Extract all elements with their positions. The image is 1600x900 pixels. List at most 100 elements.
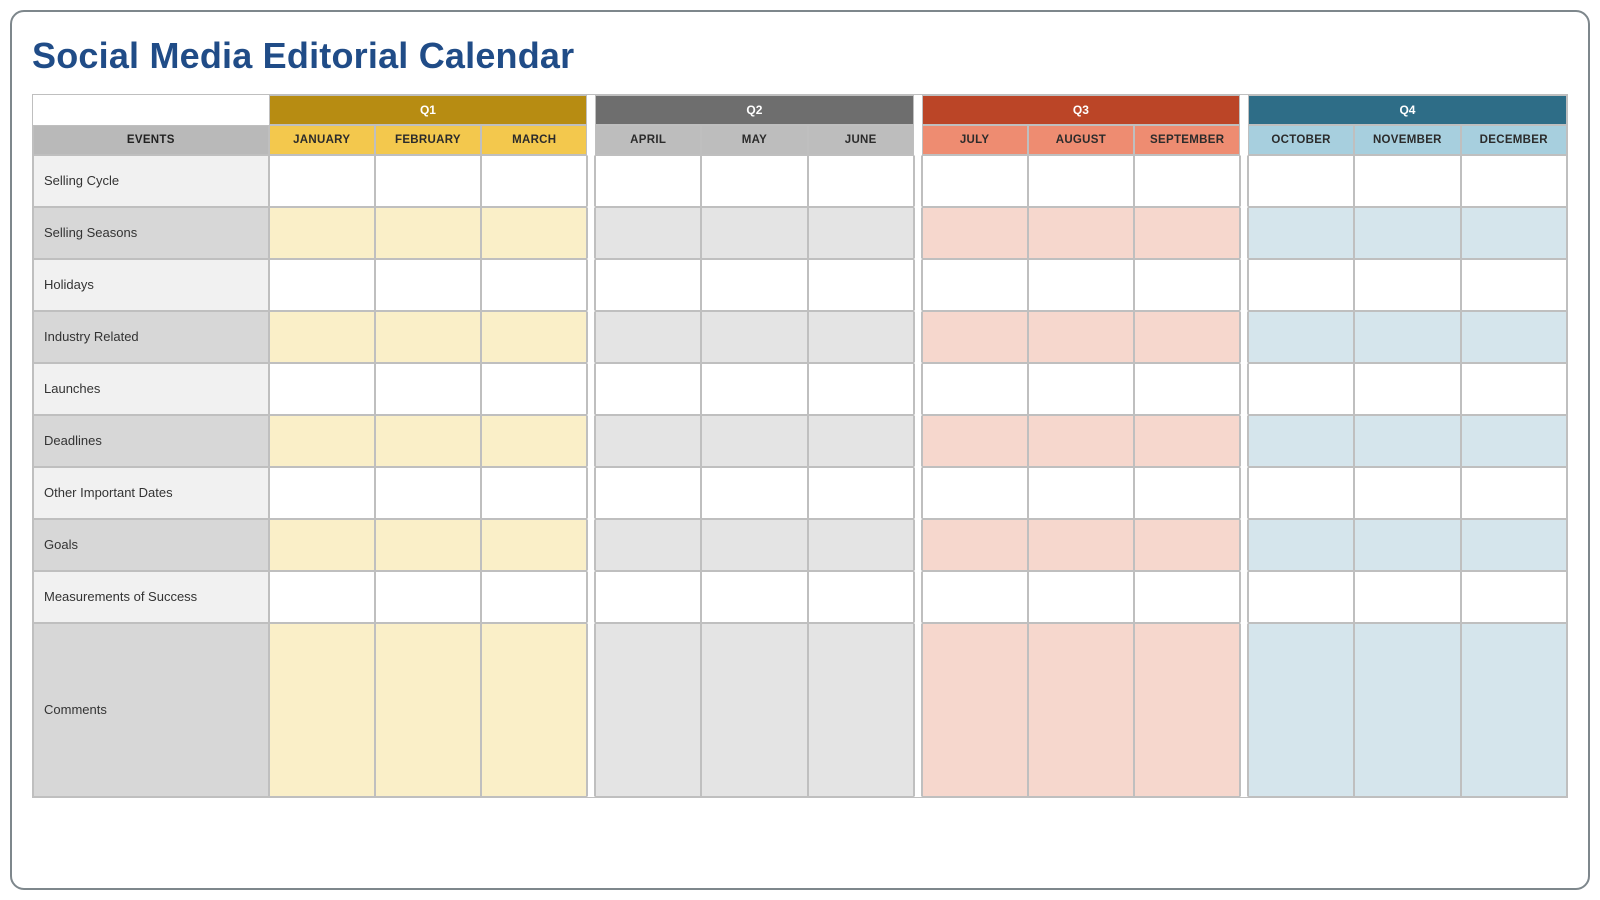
calendar-cell[interactable] bbox=[269, 311, 375, 363]
calendar-cell[interactable] bbox=[808, 623, 914, 797]
calendar-cell[interactable] bbox=[1354, 519, 1460, 571]
calendar-cell[interactable] bbox=[481, 207, 587, 259]
calendar-cell[interactable] bbox=[1461, 207, 1568, 259]
calendar-cell[interactable] bbox=[481, 415, 587, 467]
calendar-cell[interactable] bbox=[922, 207, 1028, 259]
calendar-cell[interactable] bbox=[481, 519, 587, 571]
calendar-cell[interactable] bbox=[701, 571, 807, 623]
calendar-cell[interactable] bbox=[701, 623, 807, 797]
calendar-cell[interactable] bbox=[1248, 259, 1354, 311]
calendar-cell[interactable] bbox=[1354, 155, 1460, 207]
calendar-cell[interactable] bbox=[1134, 623, 1240, 797]
calendar-cell[interactable] bbox=[701, 155, 807, 207]
calendar-cell[interactable] bbox=[1248, 207, 1354, 259]
calendar-cell[interactable] bbox=[375, 155, 481, 207]
calendar-cell[interactable] bbox=[808, 571, 914, 623]
calendar-cell[interactable] bbox=[701, 467, 807, 519]
calendar-cell[interactable] bbox=[922, 623, 1028, 797]
calendar-cell[interactable] bbox=[1248, 155, 1354, 207]
calendar-cell[interactable] bbox=[269, 363, 375, 415]
calendar-cell[interactable] bbox=[269, 467, 375, 519]
calendar-cell[interactable] bbox=[701, 519, 807, 571]
calendar-cell[interactable] bbox=[1461, 519, 1568, 571]
calendar-cell[interactable] bbox=[922, 467, 1028, 519]
calendar-cell[interactable] bbox=[922, 571, 1028, 623]
calendar-cell[interactable] bbox=[1354, 363, 1460, 415]
calendar-cell[interactable] bbox=[375, 519, 481, 571]
calendar-cell[interactable] bbox=[1134, 207, 1240, 259]
calendar-cell[interactable] bbox=[808, 311, 914, 363]
calendar-cell[interactable] bbox=[1354, 207, 1460, 259]
calendar-cell[interactable] bbox=[808, 259, 914, 311]
calendar-cell[interactable] bbox=[808, 155, 914, 207]
calendar-cell[interactable] bbox=[269, 571, 375, 623]
calendar-cell[interactable] bbox=[1461, 571, 1568, 623]
calendar-cell[interactable] bbox=[922, 155, 1028, 207]
calendar-cell[interactable] bbox=[1354, 415, 1460, 467]
calendar-cell[interactable] bbox=[481, 467, 587, 519]
calendar-cell[interactable] bbox=[1134, 519, 1240, 571]
calendar-cell[interactable] bbox=[1354, 467, 1460, 519]
calendar-cell[interactable] bbox=[1134, 363, 1240, 415]
calendar-cell[interactable] bbox=[1134, 571, 1240, 623]
calendar-cell[interactable] bbox=[1134, 415, 1240, 467]
calendar-cell[interactable] bbox=[595, 311, 701, 363]
calendar-cell[interactable] bbox=[481, 311, 587, 363]
calendar-cell[interactable] bbox=[808, 207, 914, 259]
calendar-cell[interactable] bbox=[1461, 415, 1568, 467]
calendar-cell[interactable] bbox=[922, 363, 1028, 415]
calendar-cell[interactable] bbox=[1354, 623, 1460, 797]
calendar-cell[interactable] bbox=[481, 155, 587, 207]
calendar-cell[interactable] bbox=[1028, 311, 1134, 363]
calendar-cell[interactable] bbox=[481, 363, 587, 415]
calendar-cell[interactable] bbox=[922, 519, 1028, 571]
calendar-cell[interactable] bbox=[375, 311, 481, 363]
calendar-cell[interactable] bbox=[1248, 519, 1354, 571]
calendar-cell[interactable] bbox=[595, 415, 701, 467]
calendar-cell[interactable] bbox=[595, 467, 701, 519]
calendar-cell[interactable] bbox=[481, 259, 587, 311]
calendar-cell[interactable] bbox=[269, 259, 375, 311]
calendar-cell[interactable] bbox=[1134, 311, 1240, 363]
calendar-cell[interactable] bbox=[1248, 311, 1354, 363]
calendar-cell[interactable] bbox=[1134, 259, 1240, 311]
calendar-cell[interactable] bbox=[1028, 623, 1134, 797]
calendar-cell[interactable] bbox=[701, 259, 807, 311]
calendar-cell[interactable] bbox=[701, 207, 807, 259]
calendar-cell[interactable] bbox=[375, 207, 481, 259]
calendar-cell[interactable] bbox=[922, 259, 1028, 311]
calendar-cell[interactable] bbox=[269, 207, 375, 259]
calendar-cell[interactable] bbox=[922, 415, 1028, 467]
calendar-cell[interactable] bbox=[595, 259, 701, 311]
calendar-cell[interactable] bbox=[595, 207, 701, 259]
calendar-cell[interactable] bbox=[595, 519, 701, 571]
calendar-cell[interactable] bbox=[1461, 623, 1568, 797]
calendar-cell[interactable] bbox=[375, 415, 481, 467]
calendar-cell[interactable] bbox=[269, 415, 375, 467]
calendar-cell[interactable] bbox=[595, 623, 701, 797]
calendar-cell[interactable] bbox=[1354, 571, 1460, 623]
calendar-cell[interactable] bbox=[1461, 155, 1568, 207]
calendar-cell[interactable] bbox=[1028, 155, 1134, 207]
calendar-cell[interactable] bbox=[1461, 259, 1568, 311]
calendar-cell[interactable] bbox=[375, 467, 481, 519]
calendar-cell[interactable] bbox=[595, 571, 701, 623]
calendar-cell[interactable] bbox=[1028, 571, 1134, 623]
calendar-cell[interactable] bbox=[701, 415, 807, 467]
calendar-cell[interactable] bbox=[1134, 155, 1240, 207]
calendar-cell[interactable] bbox=[701, 363, 807, 415]
calendar-cell[interactable] bbox=[375, 259, 481, 311]
calendar-cell[interactable] bbox=[922, 311, 1028, 363]
calendar-cell[interactable] bbox=[808, 363, 914, 415]
calendar-cell[interactable] bbox=[269, 155, 375, 207]
calendar-cell[interactable] bbox=[1354, 259, 1460, 311]
calendar-cell[interactable] bbox=[1028, 259, 1134, 311]
calendar-cell[interactable] bbox=[595, 363, 701, 415]
calendar-cell[interactable] bbox=[1461, 467, 1568, 519]
calendar-cell[interactable] bbox=[1134, 467, 1240, 519]
calendar-cell[interactable] bbox=[375, 623, 481, 797]
calendar-cell[interactable] bbox=[1028, 415, 1134, 467]
calendar-cell[interactable] bbox=[808, 415, 914, 467]
calendar-cell[interactable] bbox=[808, 519, 914, 571]
calendar-cell[interactable] bbox=[1248, 467, 1354, 519]
